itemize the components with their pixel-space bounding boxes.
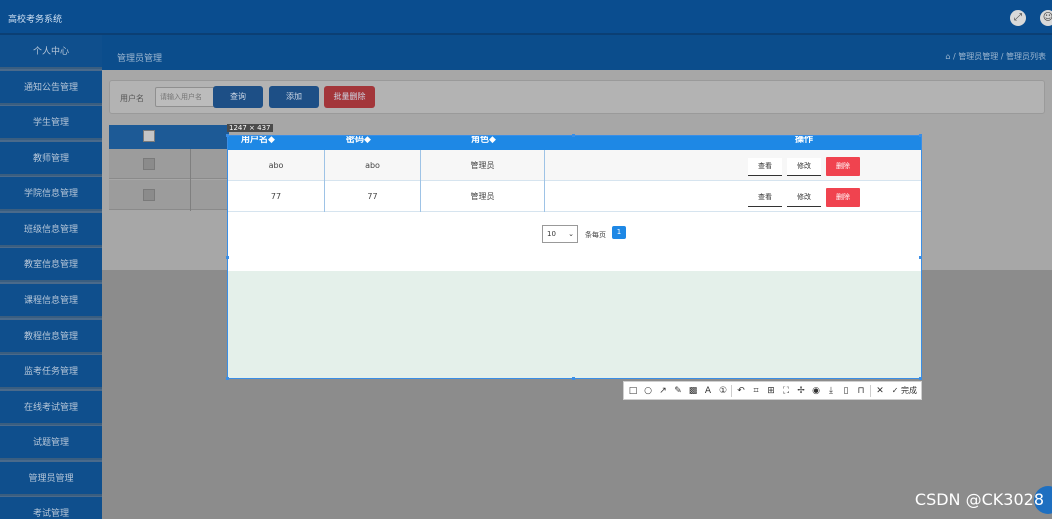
toolbar-divider — [731, 385, 732, 397]
query-button[interactable]: 查询 — [213, 86, 263, 108]
app-title: 高校考务系统 — [8, 15, 63, 25]
add-button[interactable]: 添加 — [269, 86, 319, 108]
table-panel: 用户名◆ 密码◆ 角色◆ 操作 abo abo 管理员 查看 修改 删除 77 … — [228, 136, 921, 271]
sidebar-item-invigilation[interactable]: 监考任务管理 — [0, 355, 102, 389]
cell-username: abo — [228, 150, 325, 181]
mosaic-tool-icon[interactable]: ▩ — [687, 384, 699, 398]
header-actions: 操作 — [795, 135, 814, 145]
resize-handle[interactable] — [919, 377, 922, 380]
selection-size-label: 1247 × 437 — [227, 124, 273, 132]
sidebar-item-tutorial[interactable]: 教程信息管理 — [0, 320, 102, 354]
table-header: 用户名◆ 密码◆ 角色◆ 操作 — [228, 136, 921, 150]
rectangle-tool-icon[interactable]: □ — [627, 384, 639, 398]
table-row: abo abo 管理员 查看 修改 删除 — [228, 150, 921, 181]
resize-handle[interactable] — [226, 377, 229, 380]
user-icon[interactable]: ☺ — [1040, 10, 1052, 26]
page-number-button[interactable]: 1 — [612, 226, 626, 239]
resize-handle[interactable] — [226, 256, 229, 259]
header-role[interactable]: 角色◆ — [471, 136, 496, 145]
table-row: 77 77 管理员 查看 修改 删除 — [228, 181, 921, 212]
table-row — [109, 149, 229, 179]
sidebar: 个人中心 通知公告管理 学生管理 教师管理 学院信息管理 班级信息管理 教室信息… — [0, 35, 102, 519]
page-size-value: 10 — [547, 230, 556, 238]
header-username[interactable]: 用户名◆ — [241, 136, 275, 145]
capture-toolbar: □ ○ ↗ ✎ ▩ A ① ↶ ⌗ ⊞ ⛶ ✢ ◉ ⤓ ▯ ⊓ ✕ ✓ 完成 — [623, 381, 922, 400]
header-password[interactable]: 密码◆ — [346, 136, 371, 145]
undo-icon[interactable]: ↶ — [735, 384, 747, 398]
capture-selection[interactable]: 用户名◆ 密码◆ 角色◆ 操作 abo abo 管理员 查看 修改 删除 77 … — [227, 135, 922, 379]
sidebar-item-college[interactable]: 学院信息管理 — [0, 177, 102, 211]
resize-handle[interactable] — [919, 256, 922, 259]
pin-icon[interactable]: ✢ — [795, 384, 807, 398]
sidebar-item-admins[interactable]: 管理员管理 — [0, 462, 102, 496]
breadcrumb[interactable]: ⌂ / 管理员管理 / 管理员列表 — [945, 51, 1046, 62]
ocr-icon[interactable]: ⌗ — [750, 384, 762, 398]
number-tool-icon[interactable]: ① — [717, 384, 729, 398]
sidebar-item-online-exam[interactable]: 在线考试管理 — [0, 391, 102, 425]
admin-table-background — [109, 125, 229, 211]
resize-handle[interactable] — [226, 134, 229, 137]
view-button[interactable]: 查看 — [748, 158, 782, 176]
cell-role: 管理员 — [421, 181, 545, 212]
resize-handle[interactable] — [919, 134, 922, 137]
sidebar-item-teachers[interactable]: 教师管理 — [0, 142, 102, 176]
fullscreen-icon[interactable]: ⤢ — [1010, 10, 1026, 26]
arrow-tool-icon[interactable]: ↗ — [657, 384, 669, 398]
done-label: 完成 — [901, 386, 917, 395]
ellipse-tool-icon[interactable]: ○ — [642, 384, 654, 398]
per-page-label: 条每页 — [585, 231, 606, 239]
table-row — [109, 180, 229, 210]
sidebar-item-classroom[interactable]: 教室信息管理 — [0, 248, 102, 282]
top-bar: 高校考务系统 ⤢ ☺ — [0, 0, 1052, 35]
sidebar-item-students[interactable]: 学生管理 — [0, 106, 102, 140]
done-button[interactable]: ✓ 完成 — [892, 384, 917, 398]
cell-role: 管理员 — [421, 150, 545, 181]
cell-password: abo — [325, 150, 421, 181]
resize-handle[interactable] — [572, 134, 575, 137]
download-icon[interactable]: ⤓ — [825, 384, 837, 398]
sidebar-item-class[interactable]: 班级信息管理 — [0, 213, 102, 247]
translate-icon[interactable]: ⊞ — [765, 384, 777, 398]
text-tool-icon[interactable]: A — [702, 384, 714, 398]
breadcrumb-bar: 管理员管理 ⌂ / 管理员管理 / 管理员列表 — [102, 35, 1052, 70]
row-checkbox[interactable] — [143, 158, 155, 170]
edit-button[interactable]: 修改 — [787, 158, 821, 176]
username-input[interactable] — [155, 87, 215, 107]
row-checkbox[interactable] — [143, 189, 155, 201]
view-button[interactable]: 查看 — [748, 189, 782, 207]
sidebar-item-questions[interactable]: 试题管理 — [0, 426, 102, 460]
table-header-bg — [109, 125, 229, 149]
check-icon: ✓ — [891, 386, 899, 395]
column-divider — [190, 149, 191, 211]
chevron-down-icon: ⌄ — [568, 230, 574, 238]
select-all-checkbox[interactable] — [143, 130, 155, 142]
cell-username: 77 — [228, 181, 325, 212]
bookmark-icon[interactable]: ⊓ — [855, 384, 867, 398]
watermark: CSDN @CK3028 — [914, 490, 1044, 509]
toolbar-divider — [870, 385, 871, 397]
record-icon[interactable]: ◉ — [810, 384, 822, 398]
page-title: 管理员管理 — [117, 54, 163, 64]
pen-tool-icon[interactable]: ✎ — [672, 384, 684, 398]
sidebar-item-exams[interactable]: 考试管理 — [0, 497, 102, 519]
username-label: 用户名 — [120, 94, 144, 103]
sidebar-item-profile[interactable]: 个人中心 — [0, 35, 102, 69]
sidebar-item-notice[interactable]: 通知公告管理 — [0, 71, 102, 105]
batch-delete-button[interactable]: 批量删除 — [324, 86, 375, 108]
save-icon[interactable]: ▯ — [840, 384, 852, 398]
delete-button[interactable]: 删除 — [826, 157, 860, 176]
cell-password: 77 — [325, 181, 421, 212]
sidebar-item-course[interactable]: 课程信息管理 — [0, 284, 102, 318]
resize-handle[interactable] — [572, 377, 575, 380]
edit-button[interactable]: 修改 — [787, 189, 821, 207]
page-size-select[interactable]: 10 ⌄ — [542, 225, 578, 243]
close-icon[interactable]: ✕ — [874, 384, 886, 398]
delete-button[interactable]: 删除 — [826, 188, 860, 207]
long-capture-icon[interactable]: ⛶ — [780, 384, 792, 398]
